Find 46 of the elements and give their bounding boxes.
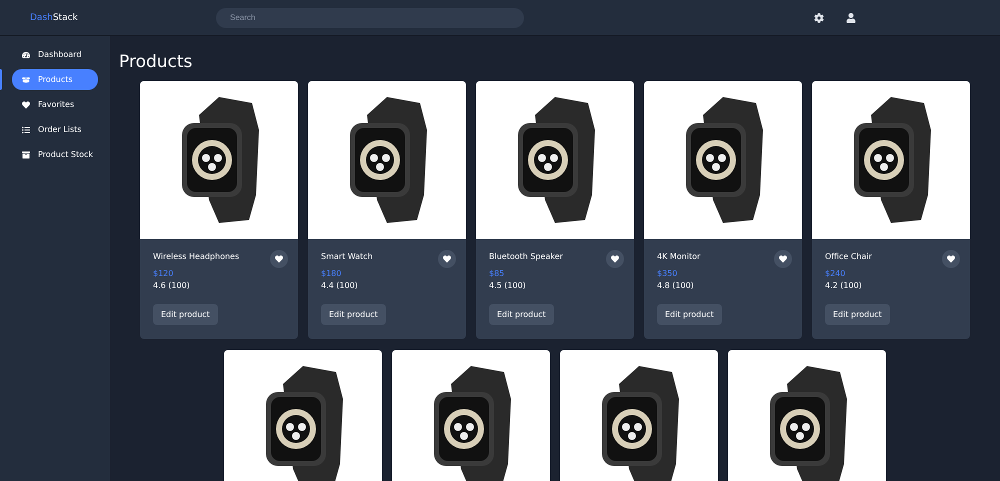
- product-price: $85: [489, 269, 506, 278]
- active-marker: [0, 69, 2, 90]
- brand-logo: DashStack: [29, 12, 79, 22]
- sidebar-item[interactable]: Favorites: [12, 94, 98, 115]
- edit-product-button[interactable]: Edit product: [657, 304, 722, 325]
- product-rating: 4.2 (100): [825, 281, 863, 290]
- product-name: Office Chair: [825, 252, 872, 261]
- search-field[interactable]: Search: [216, 8, 524, 28]
- product-price: $180: [321, 269, 342, 278]
- product-name: 4K Monitor: [657, 252, 700, 261]
- product-price: $120: [153, 269, 174, 278]
- box-icon: [22, 76, 30, 84]
- favorite-button[interactable]: [438, 250, 456, 268]
- favorite-button[interactable]: [270, 250, 288, 268]
- heart-icon: [611, 255, 619, 263]
- heart-icon: [443, 255, 451, 263]
- product-name: Smart Watch: [321, 252, 373, 261]
- product-rating: 4.5 (100): [489, 281, 527, 290]
- edit-product-button[interactable]: Edit product: [153, 304, 218, 325]
- settings-icon[interactable]: [814, 12, 824, 22]
- product-rating: 4.8 (100): [657, 281, 695, 290]
- favorite-button[interactable]: [774, 250, 792, 268]
- heart-icon: [779, 255, 787, 263]
- favorite-button[interactable]: [942, 250, 960, 268]
- heart-icon: [947, 255, 955, 263]
- favorite-button[interactable]: [606, 250, 624, 268]
- product-name: Wireless Headphones: [153, 252, 240, 261]
- sidebar-item[interactable]: Product Stock: [12, 144, 98, 165]
- product-name: Bluetooth Speaker: [489, 252, 563, 261]
- product-price: $350: [657, 269, 678, 278]
- product-price: $240: [825, 269, 846, 278]
- heart-icon: [275, 255, 283, 263]
- heart-icon: [22, 100, 30, 108]
- edit-product-button[interactable]: Edit product: [825, 304, 890, 325]
- product-rating: 4.6 (100): [153, 281, 191, 290]
- archive-icon: [22, 150, 30, 158]
- page-title: Products: [119, 52, 194, 72]
- edit-product-button[interactable]: Edit product: [489, 304, 554, 325]
- edit-product-button[interactable]: Edit product: [321, 304, 386, 325]
- gauge-icon: [22, 50, 30, 58]
- list-icon: [22, 126, 30, 134]
- product-rating: 4.4 (100): [321, 281, 359, 290]
- sidebar-item[interactable]: Order Lists: [12, 119, 98, 140]
- sidebar-item[interactable]: Dashboard: [12, 44, 98, 65]
- sidebar-item[interactable]: Products: [12, 69, 98, 90]
- user-icon[interactable]: [846, 12, 856, 22]
